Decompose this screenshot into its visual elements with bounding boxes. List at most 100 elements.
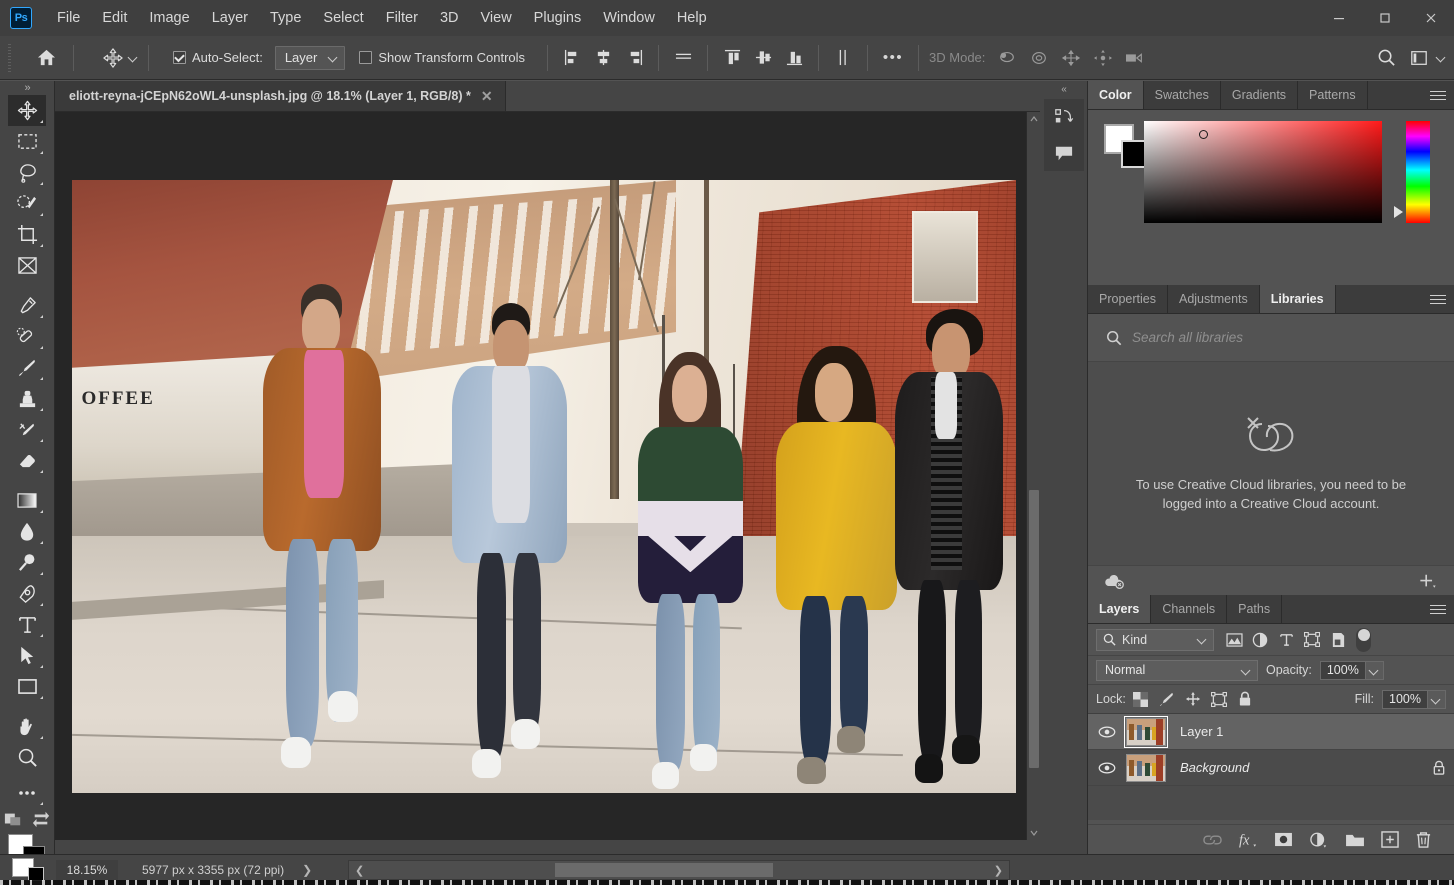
- new-layer-icon[interactable]: [1381, 831, 1399, 848]
- link-layers-icon[interactable]: [1203, 834, 1222, 846]
- canvas-vertical-scrollbar[interactable]: [1026, 112, 1040, 840]
- tab-color[interactable]: Color: [1088, 81, 1144, 109]
- vertical-scroll-thumb[interactable]: [1029, 490, 1039, 768]
- zoom-level-field[interactable]: 18.15%: [56, 860, 118, 880]
- scroll-left-icon[interactable]: ❮: [355, 864, 364, 877]
- close-icon[interactable]: [1408, 0, 1454, 36]
- layer-thumbnail[interactable]: [1126, 753, 1166, 782]
- status-color-swatches[interactable]: [12, 858, 46, 882]
- more-options-icon[interactable]: •••: [878, 44, 908, 72]
- align-left-edges-icon[interactable]: [558, 44, 586, 72]
- history-brush-tool[interactable]: [8, 414, 46, 445]
- layer-visibility-toggle[interactable]: [1088, 762, 1126, 774]
- filter-smart-object-icon[interactable]: [1326, 628, 1350, 652]
- scroll-right-icon[interactable]: ❯: [994, 864, 1003, 877]
- filter-enable-toggle[interactable]: [1356, 627, 1371, 652]
- layer-filter-kind-dropdown[interactable]: Kind: [1096, 628, 1214, 651]
- horizontal-scroll-thumb[interactable]: [555, 863, 773, 877]
- delete-layer-icon[interactable]: [1415, 831, 1432, 849]
- new-fill-adjustment-icon[interactable]: [1309, 831, 1329, 849]
- eyedropper-tool[interactable]: [8, 290, 46, 321]
- align-bottom-edges-icon[interactable]: [780, 44, 808, 72]
- color-field[interactable]: [1144, 121, 1382, 223]
- brush-tool[interactable]: [8, 352, 46, 383]
- rectangular-marquee-tool[interactable]: [8, 126, 46, 157]
- show-transform-controls-group[interactable]: Show Transform Controls: [359, 50, 525, 65]
- close-icon[interactable]: ✕: [481, 89, 493, 103]
- add-layer-style-icon[interactable]: fx: [1238, 831, 1258, 849]
- filter-pixel-icon[interactable]: [1222, 628, 1246, 652]
- chevron-down-icon[interactable]: [129, 53, 138, 62]
- 3d-slide-icon[interactable]: [1089, 45, 1117, 71]
- scroll-up-icon[interactable]: [1027, 112, 1040, 126]
- libraries-search-row[interactable]: Search all libraries: [1088, 314, 1454, 362]
- tab-layers[interactable]: Layers: [1088, 595, 1152, 623]
- clone-stamp-tool[interactable]: [8, 383, 46, 414]
- menu-select[interactable]: Select: [312, 0, 374, 36]
- menu-file[interactable]: File: [46, 0, 91, 36]
- cloud-offline-icon[interactable]: [1104, 573, 1126, 589]
- hue-ramp[interactable]: [1406, 121, 1430, 223]
- tab-swatches[interactable]: Swatches: [1144, 81, 1221, 109]
- lock-transparent-pixels-icon[interactable]: [1130, 688, 1152, 710]
- menu-help[interactable]: Help: [666, 0, 718, 36]
- toolbar-grip[interactable]: »: [0, 81, 54, 95]
- rectangle-tool[interactable]: [8, 671, 46, 702]
- chevron-down-icon[interactable]: [1437, 53, 1446, 62]
- document-horizontal-scrollbar[interactable]: ❮ ❯: [348, 860, 1010, 880]
- lock-image-pixels-icon[interactable]: [1156, 688, 1178, 710]
- align-horizontal-centers-icon[interactable]: [589, 44, 617, 72]
- rail-collapse-icon[interactable]: «: [1040, 81, 1087, 97]
- align-right-edges-icon[interactable]: [620, 44, 648, 72]
- blur-tool[interactable]: [8, 516, 46, 547]
- menu-image[interactable]: Image: [138, 0, 200, 36]
- canvas-horizontal-scrollbar[interactable]: [55, 840, 1040, 854]
- layer-name[interactable]: Layer 1: [1180, 724, 1223, 739]
- add-layer-mask-icon[interactable]: [1274, 832, 1293, 847]
- menu-plugins[interactable]: Plugins: [523, 0, 593, 36]
- tab-gradients[interactable]: Gradients: [1221, 81, 1299, 109]
- maximize-icon[interactable]: [1362, 0, 1408, 36]
- auto-select-checkbox[interactable]: [173, 51, 186, 64]
- layer-thumbnail[interactable]: [1123, 715, 1169, 748]
- 3d-orbit-icon[interactable]: [993, 45, 1021, 71]
- crop-tool[interactable]: [8, 219, 46, 250]
- show-transform-controls-checkbox[interactable]: [359, 51, 373, 64]
- 3d-pan-icon[interactable]: [1057, 45, 1085, 71]
- lasso-tool[interactable]: [8, 157, 46, 188]
- dodge-tool[interactable]: [8, 547, 46, 578]
- tab-properties[interactable]: Properties: [1088, 285, 1168, 313]
- menu-window[interactable]: Window: [592, 0, 666, 36]
- type-tool[interactable]: [8, 609, 46, 640]
- workspace-switcher-icon[interactable]: [1405, 43, 1433, 73]
- lock-artboard-icon[interactable]: [1208, 688, 1230, 710]
- opacity-value[interactable]: 100%: [1319, 660, 1366, 680]
- color-field-marker[interactable]: [1199, 130, 1208, 139]
- history-icon[interactable]: [1044, 99, 1084, 135]
- table-row[interactable]: Layer 1: [1088, 714, 1454, 750]
- lock-position-icon[interactable]: [1182, 688, 1204, 710]
- path-selection-tool[interactable]: [8, 640, 46, 671]
- menu-edit[interactable]: Edit: [91, 0, 138, 36]
- auto-select-checkbox-group[interactable]: Auto-Select:: [173, 50, 263, 65]
- distribute-horizontal-icon[interactable]: [669, 44, 697, 72]
- zoom-tool[interactable]: [8, 742, 46, 773]
- screen-mode-icon[interactable]: [32, 810, 50, 828]
- tool-preset-picker[interactable]: [100, 45, 138, 71]
- layer-name[interactable]: Background: [1180, 760, 1249, 775]
- eraser-tool[interactable]: [8, 445, 46, 476]
- tab-adjustments[interactable]: Adjustments: [1168, 285, 1260, 313]
- options-bar-grip[interactable]: [5, 43, 15, 72]
- align-vertical-centers-icon[interactable]: [749, 44, 777, 72]
- fill-control[interactable]: 100%: [1382, 689, 1446, 709]
- pen-tool[interactable]: [8, 578, 46, 609]
- search-icon[interactable]: [1371, 43, 1401, 73]
- status-expand-icon[interactable]: ❯: [302, 863, 312, 877]
- auto-select-scope-dropdown[interactable]: Layer: [274, 45, 346, 70]
- scroll-down-icon[interactable]: [1027, 826, 1040, 840]
- menu-filter[interactable]: Filter: [375, 0, 429, 36]
- menu-3d[interactable]: 3D: [429, 0, 470, 36]
- opacity-control[interactable]: 100%: [1319, 660, 1384, 680]
- menu-view[interactable]: View: [470, 0, 523, 36]
- hue-ramp-marker[interactable]: [1394, 206, 1403, 218]
